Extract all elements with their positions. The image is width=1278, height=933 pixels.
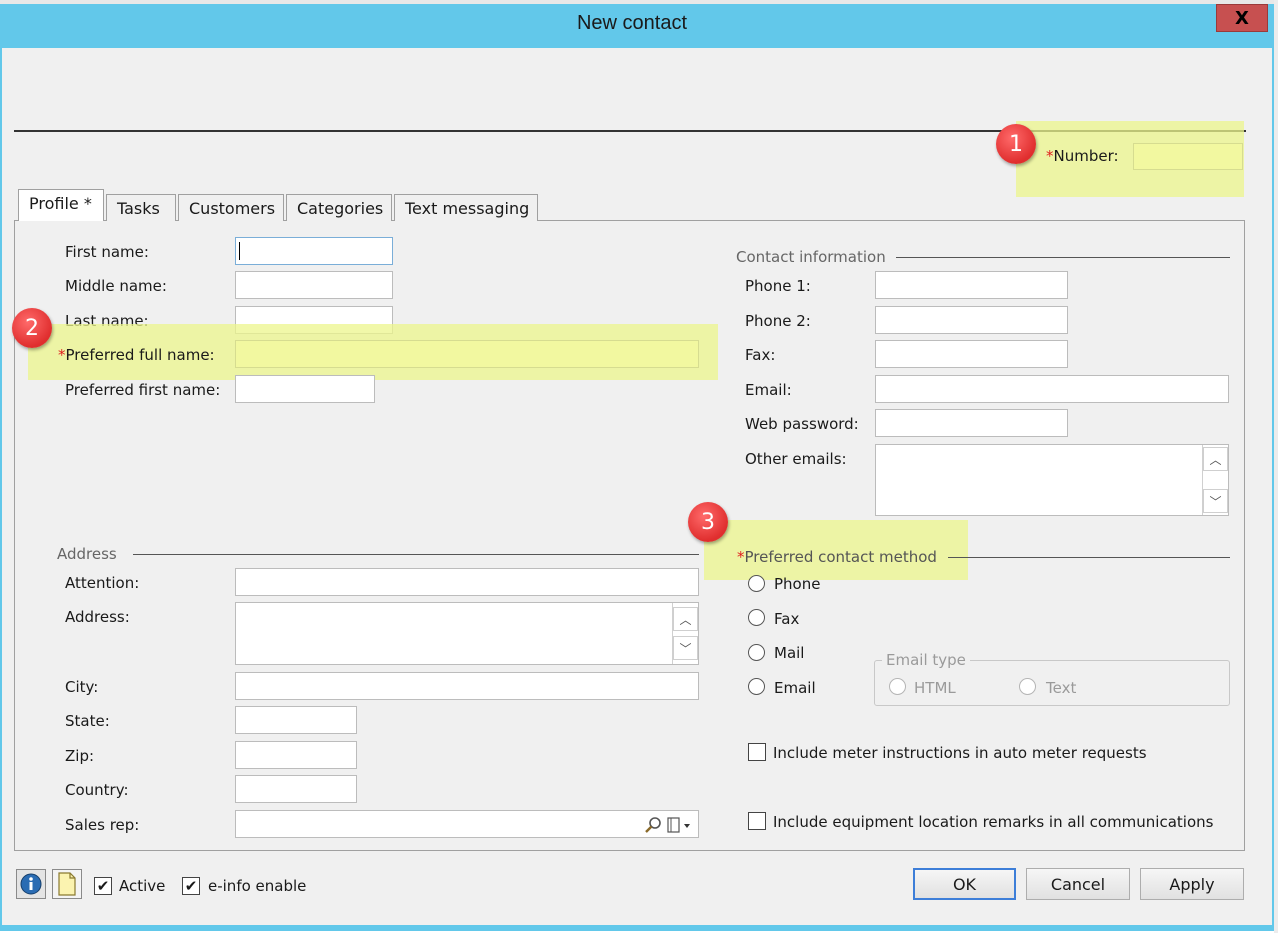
chevron-up-icon[interactable]: ︿ xyxy=(1203,447,1228,471)
other-emails-textarea[interactable]: ︿ ﹀ xyxy=(875,444,1229,516)
fax-label: Fax: xyxy=(745,346,776,364)
search-icon[interactable] xyxy=(644,816,662,834)
radio-fax[interactable] xyxy=(748,609,765,626)
other-emails-label: Other emails: xyxy=(745,450,847,468)
radio-mail-label: Mail xyxy=(774,644,805,662)
contact-info-divider xyxy=(896,257,1230,258)
preferred-full-name-input[interactable] xyxy=(235,340,699,368)
background-app-edge xyxy=(1274,0,1278,933)
equipment-remarks-label: Include equipment location remarks in al… xyxy=(773,813,1214,831)
preferred-full-name-label: *Preferred full name: xyxy=(58,346,215,364)
state-input[interactable] xyxy=(235,706,357,734)
meter-instructions-checkbox[interactable] xyxy=(748,743,766,761)
middle-name-label: Middle name: xyxy=(65,277,167,295)
radio-email-label: Email xyxy=(774,679,816,697)
attention-label: Attention: xyxy=(65,574,140,592)
zip-label: Zip: xyxy=(65,747,95,765)
other-emails-scrollbar[interactable]: ︿ ﹀ xyxy=(1202,445,1228,515)
radio-email[interactable] xyxy=(748,678,765,695)
number-input[interactable] xyxy=(1133,143,1243,170)
close-button[interactable]: X xyxy=(1216,4,1268,32)
radio-phone-label: Phone xyxy=(774,575,821,593)
email-label: Email: xyxy=(745,381,792,399)
tab-customers[interactable]: Customers xyxy=(178,194,284,222)
window-title: New contact xyxy=(576,12,688,34)
text-cursor xyxy=(239,242,240,260)
first-name-label: First name: xyxy=(65,243,149,261)
sales-rep-input[interactable] xyxy=(235,810,699,838)
einfo-checkbox[interactable]: ✔ xyxy=(182,877,200,895)
einfo-label: e-info enable xyxy=(208,877,307,895)
address-textarea[interactable]: ︿ ﹀ xyxy=(235,602,699,665)
zip-input[interactable] xyxy=(235,741,357,769)
info-icon xyxy=(20,873,42,895)
radio-email-html[interactable] xyxy=(889,678,906,695)
equipment-remarks-checkbox[interactable] xyxy=(748,812,766,830)
web-password-input[interactable] xyxy=(875,409,1068,437)
web-password-label: Web password: xyxy=(745,415,859,433)
notes-icon xyxy=(58,872,76,896)
attention-input[interactable] xyxy=(235,568,699,596)
address-label: Address: xyxy=(65,608,130,626)
active-checkbox[interactable]: ✔ xyxy=(94,877,112,895)
middle-name-input[interactable] xyxy=(235,271,393,299)
tab-categories[interactable]: Categories xyxy=(286,194,392,222)
ok-button[interactable]: OK xyxy=(913,868,1016,900)
tab-tasks[interactable]: Tasks xyxy=(106,194,176,222)
email-input[interactable] xyxy=(875,375,1229,403)
number-label: *Number: xyxy=(1046,147,1119,165)
radio-mail[interactable] xyxy=(748,644,765,661)
radio-fax-label: Fax xyxy=(774,610,800,628)
contact-info-title: Contact information xyxy=(736,248,886,266)
info-button[interactable] xyxy=(16,869,46,899)
checkmark-icon: ✔ xyxy=(96,876,110,895)
phone2-input[interactable] xyxy=(875,306,1068,334)
first-name-input[interactable] xyxy=(235,237,393,265)
cancel-button[interactable]: Cancel xyxy=(1026,868,1130,900)
active-label: Active xyxy=(119,877,166,895)
callout-badge-3: 3 xyxy=(688,502,728,542)
phone1-label: Phone 1: xyxy=(745,277,811,295)
checkmark-icon: ✔ xyxy=(184,876,198,895)
radio-email-text-label: Text xyxy=(1046,679,1077,697)
address-divider xyxy=(133,554,699,555)
preferred-first-name-input[interactable] xyxy=(235,375,375,403)
contact-method-divider xyxy=(948,557,1230,558)
address-title: Address xyxy=(57,545,117,563)
apply-button[interactable]: Apply xyxy=(1140,868,1244,900)
phone2-label: Phone 2: xyxy=(745,312,811,330)
tab-profile[interactable]: Profile * xyxy=(18,189,104,222)
country-input[interactable] xyxy=(235,775,357,803)
chevron-down-icon[interactable]: ﹀ xyxy=(1203,489,1228,513)
callout-badge-1: 1 xyxy=(996,124,1036,164)
chevron-up-icon[interactable]: ︿ xyxy=(673,607,698,631)
radio-email-html-label: HTML xyxy=(914,679,956,697)
card-dropdown-icon[interactable] xyxy=(666,816,694,834)
fax-input[interactable] xyxy=(875,340,1068,368)
address-scrollbar[interactable]: ︿ ﹀ xyxy=(672,603,698,664)
meter-instructions-label: Include meter instructions in auto meter… xyxy=(773,744,1147,762)
city-label: City: xyxy=(65,678,99,696)
tab-text-messaging[interactable]: Text messaging xyxy=(394,194,538,222)
email-type-title: Email type xyxy=(882,651,970,669)
radio-email-text[interactable] xyxy=(1019,678,1036,695)
phone1-input[interactable] xyxy=(875,271,1068,299)
radio-phone[interactable] xyxy=(748,575,765,592)
state-label: State: xyxy=(65,712,110,730)
contact-method-title: *Preferred contact method xyxy=(737,548,937,566)
city-input[interactable] xyxy=(235,672,699,700)
chevron-down-icon[interactable]: ﹀ xyxy=(673,636,698,660)
preferred-first-name-label: Preferred first name: xyxy=(65,381,221,399)
close-icon: X xyxy=(1235,7,1249,29)
country-label: Country: xyxy=(65,781,129,799)
sales-rep-label: Sales rep: xyxy=(65,816,140,834)
callout-badge-2: 2 xyxy=(12,308,52,348)
notes-button[interactable] xyxy=(52,869,82,899)
